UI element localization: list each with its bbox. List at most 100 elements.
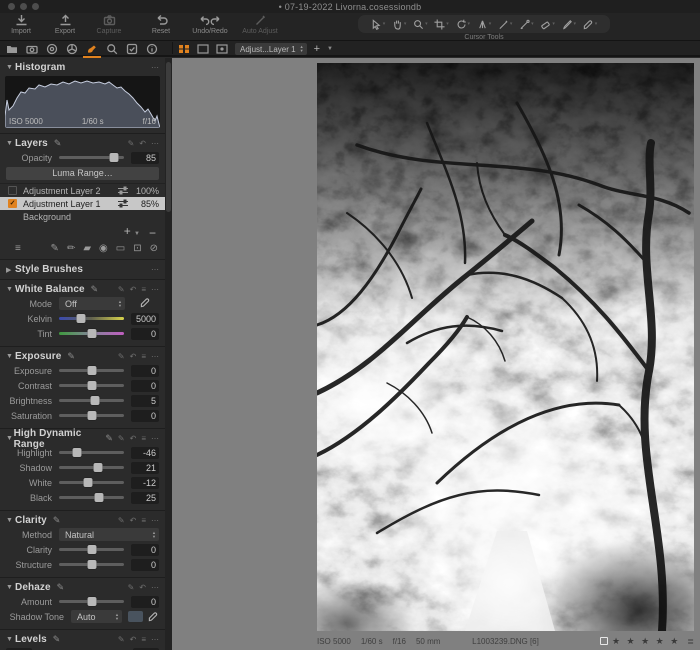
structure-slider[interactable]	[59, 560, 124, 569]
hdr-more-icon[interactable]: ⋯	[151, 434, 159, 443]
contrast-value[interactable]: 0	[131, 379, 159, 392]
layer2-visibility-checkbox[interactable]	[8, 186, 17, 195]
layer-row-adjustment-1[interactable]: ✓ Adjustment Layer 1 85%	[0, 197, 165, 210]
fill-mask-icon[interactable]: ⊡	[133, 243, 141, 254]
draw-mask-icon[interactable]: ✎	[51, 243, 59, 254]
clarity-value[interactable]: 0	[131, 543, 159, 556]
exposure-tab[interactable]	[83, 43, 101, 58]
exposure-pen-icon[interactable]: ✎	[118, 352, 125, 361]
linear-gradient-mask-icon[interactable]: ▰	[83, 243, 91, 254]
exposure-reset-icon[interactable]: ↶	[130, 352, 137, 361]
dehaze-edit-pen-icon[interactable]: ✎	[57, 582, 65, 593]
wb-edit-pen-icon[interactable]: ✎	[91, 284, 99, 295]
wb-reset-icon[interactable]: ↶	[130, 285, 137, 294]
style-brushes-more-icon[interactable]: ⋯	[151, 265, 159, 274]
layers-collapse-icon[interactable]: ▼	[6, 140, 15, 147]
reset-button[interactable]: Reset	[142, 14, 180, 35]
shadow-tone-eyedropper-icon[interactable]	[148, 611, 159, 622]
info-tab[interactable]	[146, 43, 158, 55]
levels-pen-icon[interactable]: ✎	[118, 635, 125, 644]
saturation-value[interactable]: 0	[131, 409, 159, 422]
clear-mask-icon[interactable]: ⊘	[150, 243, 158, 254]
capture-button[interactable]: Capture	[90, 14, 128, 35]
library-tab[interactable]	[6, 43, 18, 55]
shadow-tone-dropdown[interactable]: Auto ▲ ▼	[71, 610, 122, 623]
kelvin-value[interactable]: 5000	[131, 312, 159, 325]
exposure-slider[interactable]	[59, 366, 124, 375]
layer1-visibility-checkbox[interactable]: ✓	[8, 199, 17, 208]
levels-reset-icon[interactable]: ↶	[130, 635, 137, 644]
sidebar-scrollbar-thumb[interactable]	[166, 62, 171, 212]
levels-edit-pen-icon[interactable]: ✎	[53, 634, 61, 645]
highlight-slider[interactable]	[59, 448, 124, 457]
export-button[interactable]: Export	[46, 14, 84, 35]
shadow-slider-handle[interactable]	[93, 463, 103, 472]
exposure-more-icon[interactable]: ⋯	[151, 352, 159, 361]
shadow-slider[interactable]	[59, 463, 124, 472]
thumbnail-grid-icon[interactable]	[178, 44, 190, 54]
saturation-slider[interactable]	[59, 411, 124, 420]
levels-collapse-icon[interactable]: ▼	[6, 636, 15, 643]
opacity-value[interactable]: 85	[131, 151, 159, 164]
pan-tool[interactable]: ▾	[392, 19, 406, 30]
highlight-slider-handle[interactable]	[72, 448, 82, 457]
brush-settings-icon[interactable]: ✏	[67, 243, 75, 254]
erase-mask-icon[interactable]: ▭	[116, 243, 125, 254]
tint-slider[interactable]	[59, 329, 124, 338]
import-button[interactable]: Import	[2, 14, 40, 35]
contrast-slider[interactable]	[59, 381, 124, 390]
variants-grid-icon[interactable]: ≣	[687, 637, 694, 646]
wb-collapse-icon[interactable]: ▼	[6, 286, 15, 293]
color-tab[interactable]	[66, 43, 78, 55]
clarity-slider[interactable]	[59, 545, 124, 554]
black-slider-handle[interactable]	[94, 493, 104, 502]
shadow-value[interactable]: 21	[131, 461, 159, 474]
histogram-more-icon[interactable]: ⋯	[151, 63, 159, 72]
straighten-tool[interactable]: ▾	[477, 19, 491, 30]
add-layer-button[interactable]: + ▼	[124, 225, 140, 239]
layers-more-icon[interactable]: ⋯	[151, 139, 159, 148]
pick-color-tool[interactable]: ▾	[583, 19, 597, 30]
white-value[interactable]: -12	[131, 476, 159, 489]
erase-tool[interactable]: ▾	[540, 19, 555, 30]
layers-reset-icon[interactable]: ↶	[139, 139, 146, 148]
viewer-view-icon[interactable]	[197, 44, 209, 54]
clarity-presets-icon[interactable]: ≡	[141, 516, 146, 525]
hdr-edit-pen-icon[interactable]: ✎	[105, 433, 113, 444]
kelvin-slider-handle[interactable]	[76, 314, 86, 323]
current-layer-dropdown[interactable]: Adjust...Layer 1 ▲ ▼	[235, 43, 307, 55]
structure-slider-handle[interactable]	[87, 560, 96, 569]
exposure-collapse-icon[interactable]: ▼	[6, 353, 15, 360]
proof-view-icon[interactable]	[216, 44, 228, 54]
clarity-more-icon[interactable]: ⋯	[151, 516, 159, 525]
clarity-edit-pen-icon[interactable]: ✎	[53, 515, 61, 526]
brightness-value[interactable]: 5	[131, 394, 159, 407]
wb-pen-icon[interactable]: ✎	[118, 285, 125, 294]
saturation-slider-handle[interactable]	[87, 411, 96, 420]
new-layer-button[interactable]: +	[314, 43, 320, 55]
hdr-collapse-icon[interactable]: ▼	[6, 435, 14, 442]
color-tag-checkbox[interactable]	[599, 637, 608, 645]
exposure-presets-icon[interactable]: ≡	[141, 352, 146, 361]
wb-mode-dropdown[interactable]: Off ▲ ▼	[59, 297, 125, 310]
photo-canvas[interactable]	[317, 63, 694, 631]
clarity-method-dropdown[interactable]: Natural ▲ ▼	[59, 528, 159, 541]
star-rating[interactable]: ★ ★ ★ ★ ★	[612, 636, 680, 647]
hdr-presets-icon[interactable]: ≡	[141, 434, 146, 443]
black-value[interactable]: 25	[131, 491, 159, 504]
clarity-pen-icon[interactable]: ✎	[118, 516, 125, 525]
new-layer-chevron-icon[interactable]: ▼	[327, 46, 333, 52]
brightness-slider[interactable]	[59, 396, 124, 405]
clarity-reset-icon[interactable]: ↶	[130, 516, 137, 525]
loupe-tool[interactable]: ▾	[413, 19, 428, 30]
wb-presets-icon[interactable]: ≡	[141, 285, 146, 294]
opacity-slider-handle[interactable]	[109, 153, 119, 162]
crop-tool[interactable]: ▾	[434, 18, 449, 30]
style-brushes-collapse-icon[interactable]: ▶	[6, 266, 15, 274]
hdr-reset-icon[interactable]: ↶	[130, 434, 137, 443]
white-slider[interactable]	[59, 478, 124, 487]
dehaze-more-icon[interactable]: ⋯	[151, 583, 159, 592]
remove-layer-button[interactable]: −	[149, 227, 156, 239]
levels-presets-icon[interactable]: ≡	[141, 635, 146, 644]
contrast-slider-handle[interactable]	[87, 381, 96, 390]
